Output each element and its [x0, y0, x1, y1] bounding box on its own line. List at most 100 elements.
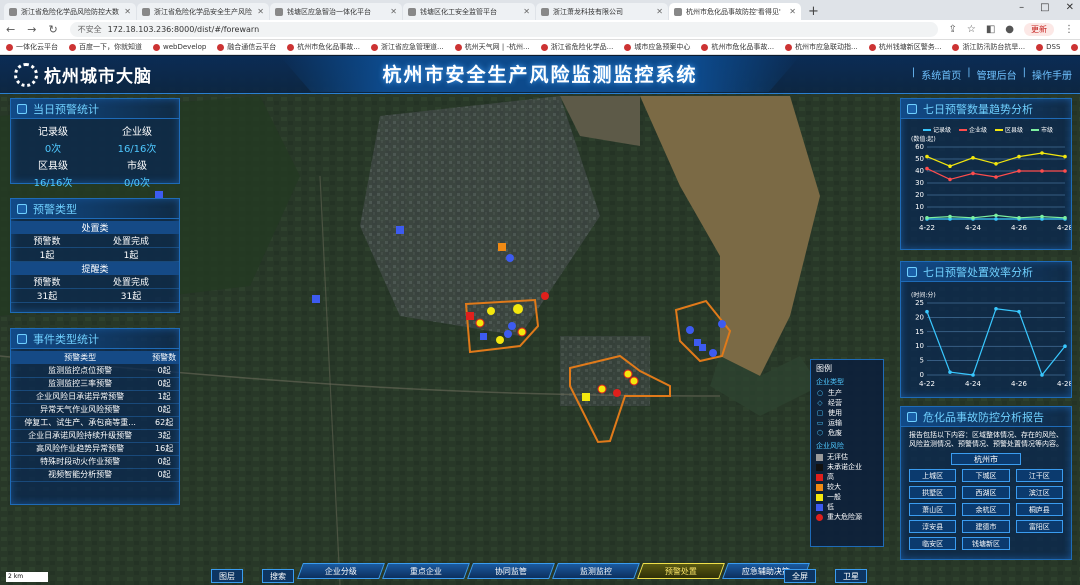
map-marker[interactable]	[613, 389, 621, 397]
nav-admin[interactable]: 管理后台	[977, 67, 1017, 82]
district-button[interactable]: 临安区	[909, 537, 957, 550]
bookmark-item[interactable]: 浙江省危险化学品...	[540, 42, 613, 52]
table-cell: 0起	[149, 364, 179, 378]
bottom-nav-tab[interactable]: 预警处置	[637, 563, 725, 579]
bookmark-item[interactable]: DSS	[1036, 43, 1060, 51]
map-marker[interactable]	[498, 243, 506, 251]
bottom-nav-tab[interactable]: 重点企业	[382, 563, 470, 579]
bookmark-item[interactable]: 杭州市危化品事故...	[287, 42, 360, 52]
map-marker[interactable]	[597, 384, 607, 394]
chart-legend: 记录级 企业级 区县级 市级	[901, 119, 1071, 134]
map-marker[interactable]	[709, 349, 717, 357]
district-button[interactable]: 余杭区	[962, 503, 1010, 516]
tab-close-icon[interactable]: ✕	[257, 7, 264, 16]
district-button[interactable]: 江干区	[1015, 469, 1063, 482]
bookmark-item[interactable]: 融合通信云平台	[217, 42, 276, 52]
update-button[interactable]: 更新	[1024, 23, 1054, 36]
district-button[interactable]: 上城区	[909, 469, 957, 482]
sidebar-icon[interactable]: ◧	[986, 24, 995, 35]
bookmark-label: 杭州天气网 | -杭州...	[464, 43, 530, 51]
map-marker[interactable]	[699, 344, 706, 351]
bookmark-item[interactable]: 杭州天气网 | -杭州...	[454, 42, 530, 52]
city-button[interactable]: 杭州市	[951, 453, 1021, 465]
map-marker[interactable]	[582, 393, 590, 401]
map-marker[interactable]	[504, 330, 512, 338]
bookmark-item[interactable]: 杭州钱塘新区警务...	[868, 42, 941, 52]
new-tab-button[interactable]: +	[808, 3, 819, 20]
share-icon[interactable]: ⇪	[948, 24, 956, 35]
reload-icon[interactable]: ↻	[48, 23, 57, 36]
maximize-icon[interactable]: □	[1040, 2, 1049, 13]
satellite-button[interactable]: 卫星	[835, 569, 867, 583]
bookmark-item[interactable]: 浙江省应急管理道...	[370, 42, 444, 52]
table-cell: 异常天气作业风险预警	[11, 403, 150, 417]
map-marker[interactable]	[496, 336, 504, 344]
bookmark-item[interactable]: 城市应急预案中心	[624, 42, 690, 52]
district-button[interactable]: 桐庐县	[1015, 503, 1063, 516]
bookmark-item[interactable]: 一体化云平台	[6, 42, 58, 52]
map-marker[interactable]	[541, 292, 549, 300]
district-button[interactable]: 拱墅区	[909, 486, 957, 499]
search-button[interactable]: 搜索	[262, 569, 294, 583]
map-marker[interactable]	[466, 312, 474, 320]
map-marker[interactable]	[487, 307, 495, 315]
bottom-nav-tab[interactable]: 企业分级	[297, 563, 385, 579]
bookmark-item[interactable]: 浙江防汛防台抗旱...	[952, 42, 1025, 52]
map-marker[interactable]	[475, 318, 485, 328]
district-button[interactable]: 下城区	[962, 469, 1010, 482]
bottom-nav-label: 监测监控	[580, 566, 612, 576]
bottom-nav-tab[interactable]: 协同监管	[467, 563, 555, 579]
nav-home[interactable]: 系统首页	[921, 67, 961, 82]
star-icon[interactable]: ☆	[967, 24, 976, 35]
browser-tab[interactable]: 杭州市危化品事故防控'看得见' ✕	[669, 3, 801, 20]
bookmark-item[interactable]: 百度一下，你就知道	[69, 42, 142, 52]
map-marker[interactable]	[508, 322, 516, 330]
browser-tab[interactable]: 浙江省危险化学品安全生产风险 ✕	[137, 3, 269, 20]
bookmark-item[interactable]: 杭州市应急联动指...	[785, 42, 858, 52]
map-marker[interactable]	[396, 226, 404, 234]
map-marker[interactable]	[629, 376, 639, 386]
browser-tab[interactable]: 浙江萧龙科技有限公司 ✕	[536, 3, 668, 20]
layers-button[interactable]: 图层	[211, 569, 243, 583]
district-button[interactable]: 淳安县	[909, 520, 957, 533]
tab-close-icon[interactable]: ✕	[390, 7, 397, 16]
map-marker[interactable]	[312, 295, 320, 303]
district-button[interactable]: 富阳区	[1015, 520, 1063, 533]
tab-close-icon[interactable]: ✕	[789, 7, 796, 16]
bookmark-item[interactable]: webDevelop	[153, 43, 206, 51]
profile-icon[interactable]: ●	[1005, 24, 1014, 35]
bookmark-item[interactable]: 杭州市危化品事故...	[701, 42, 774, 52]
fullscreen-button[interactable]: 全屏	[784, 569, 816, 583]
url-input[interactable]: 不安全 172.18.103.236:8000/dist/#/forewarn	[69, 22, 939, 37]
browser-tab[interactable]: 浙江省危险化学品风险防控大数 ✕	[4, 3, 136, 20]
minimize-icon[interactable]: –	[1019, 2, 1024, 13]
data-point	[971, 171, 975, 176]
map-marker[interactable]	[506, 254, 514, 262]
district-button[interactable]: 萧山区	[909, 503, 957, 516]
nav-manual[interactable]: 操作手册	[1032, 67, 1072, 82]
district-button[interactable]: 滨江区	[1015, 486, 1063, 499]
map-marker[interactable]	[686, 326, 694, 334]
tab-close-icon[interactable]: ✕	[523, 7, 530, 16]
close-icon[interactable]: ✕	[1066, 2, 1074, 13]
panel-title: 预警类型	[33, 202, 77, 216]
browser-tab[interactable]: 钱塘区化工安全监管平台 ✕	[403, 3, 535, 20]
back-icon[interactable]: ←	[6, 23, 15, 36]
map-marker[interactable]	[480, 333, 487, 340]
map-marker[interactable]	[718, 320, 726, 328]
forward-icon[interactable]: →	[27, 23, 36, 36]
tab-close-icon[interactable]: ✕	[656, 7, 663, 16]
browser-tab[interactable]: 钱塘区应急智治一体化平台 ✕	[270, 3, 402, 20]
risk-swatch-icon	[816, 453, 823, 461]
map-marker[interactable]	[623, 369, 633, 379]
district-button[interactable]: 钱塘新区	[962, 537, 1010, 550]
district-button[interactable]: 建德市	[962, 520, 1010, 533]
data-point	[1017, 309, 1021, 314]
bottom-nav-tab[interactable]: 监测监控	[552, 563, 640, 579]
bookmark-item[interactable]: 实时监控调阅	[1071, 42, 1080, 52]
tab-close-icon[interactable]: ✕	[124, 7, 131, 16]
map-marker[interactable]	[517, 327, 527, 337]
district-button[interactable]: 西湖区	[962, 486, 1010, 499]
menu-icon[interactable]: ⋮	[1064, 24, 1074, 35]
map-marker[interactable]	[513, 304, 523, 314]
